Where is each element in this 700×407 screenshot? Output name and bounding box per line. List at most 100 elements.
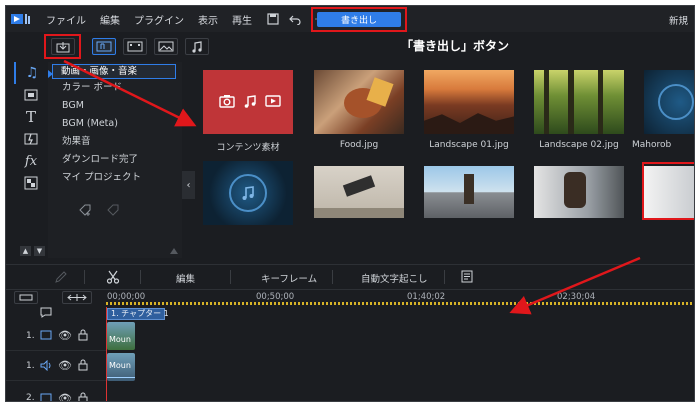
export-button[interactable]: 書き出し [317,12,401,27]
keyframe-button[interactable]: キーフレーム [261,271,317,285]
media-label-content: コンテンツ素材 [216,143,280,153]
media-tile-skater[interactable] [424,166,514,218]
track-number: 1. [26,331,35,341]
export-highlight-box: 書き出し [311,7,407,32]
video-play-icon [265,95,281,107]
tree-trunk-image [598,70,603,134]
media-tile-landscape-02[interactable] [534,70,624,134]
content-icons [219,94,281,108]
filter-video-button[interactable] [123,38,147,55]
media-tile-landscape-01[interactable] [424,70,514,134]
visibility-eye-icon[interactable]: 👁 [58,392,72,401]
filter-all-media-button[interactable] [92,38,116,55]
toolbar-divider [230,270,231,284]
media-tile-food[interactable] [314,70,404,134]
clip-label: Moun [109,335,131,344]
import-media-button[interactable] [51,38,75,55]
category-item-my-projects[interactable]: マイ プロジェクト [48,169,182,187]
chapter-icon [40,307,52,321]
collapse-panel-button[interactable]: ‹ [182,171,195,199]
toolbar-divider [332,270,333,284]
media-label-landscape-02: Landscape 02.jpg [539,140,619,150]
pen-icon[interactable] [54,270,68,287]
menu-bar: ファイル 編集 プラグイン 表示 再生 書き出し 新規 [6,6,694,32]
export-button-callout: 「書き出し」ボタン [401,39,510,53]
chapter-track-head [6,307,106,321]
ruler-tick: 00;50;00 [256,292,295,302]
ruler-tick: 02;30;04 [557,292,596,302]
category-item-downloads[interactable]: ダウンロード完了 [48,151,182,169]
media-tile-mahoroba[interactable] [644,70,694,134]
template-room-icon[interactable] [14,84,48,106]
category-panel: 動画・画像・音楽 カラー ボード BGM BGM (Meta) 効果音 ダウンロ… [48,62,182,258]
media-tile-yoga[interactable] [314,166,404,218]
lock-icon[interactable] [78,359,88,374]
visibility-eye-icon[interactable]: 👁 [58,329,72,342]
panel-resize-icon[interactable] [170,248,178,254]
lock-icon[interactable] [78,392,88,401]
save-icon[interactable] [266,12,280,26]
camera-icon [219,95,235,108]
app-window: ファイル 編集 プラグイン 表示 再生 書き出し 新規 「書き出し」ボタン ♫ … [5,5,695,402]
menu-edit[interactable]: 編集 [100,12,120,27]
media-room-icon[interactable]: ♫ [14,62,48,84]
ruler-tick: 01;40;02 [407,292,446,302]
track-manager-button[interactable] [14,291,38,304]
category-item-color-board[interactable]: カラー ボード [48,79,182,97]
effect-room-icon[interactable]: fx [14,150,48,172]
volume-line[interactable] [107,377,135,378]
filter-image-button[interactable] [154,38,178,55]
title-room-icon[interactable]: T [14,106,48,128]
lock-icon[interactable] [78,329,88,344]
menu-play[interactable]: 再生 [232,12,252,27]
transition-room-icon[interactable] [14,128,48,150]
menu-view[interactable]: 表示 [198,12,218,27]
tree-trunk-image [544,70,549,134]
video-clip[interactable]: Moun [107,322,135,350]
menu-plugin[interactable]: プラグイン [134,12,184,27]
room-scroll-controls: ▲ ▼ [20,246,45,256]
scroll-up-icon[interactable]: ▲ [20,246,31,256]
app-logo-icon [6,6,36,32]
passenger-image [564,172,586,208]
fit-timeline-button[interactable] [62,291,92,304]
library-toolbar: 「書き出し」ボタン [6,32,694,62]
edit-toolbar: 編集 キーフレーム 自動文字起こし [6,264,694,290]
audio-clip[interactable]: Moun [107,353,135,381]
new-project-label[interactable]: 新規 [669,13,688,27]
video-track-head: 1. 👁 [6,321,106,351]
category-item-bgm[interactable]: BGM [48,97,182,115]
speaker-icon [40,359,52,374]
media-tile-audio[interactable] [203,161,293,225]
person-image [342,175,376,197]
audio-note-icon [229,174,267,212]
auto-caption-button[interactable]: 自動文字起こし [361,271,428,285]
scissors-icon[interactable] [106,270,120,287]
undo-icon[interactable] [288,12,302,26]
media-label-landscape-01: Landscape 01.jpg [429,140,509,150]
category-item-bgm-meta[interactable]: BGM (Meta) [48,115,182,133]
video-track-2-head: 2. 👁 [6,381,106,401]
edit-button[interactable]: 編集 [176,271,195,285]
floor-image [314,208,404,218]
category-item-sound-effects[interactable]: 効果音 [48,133,182,151]
room-tabs: ♫ T fx ▲ ▼ [14,62,48,258]
music-note-icon [244,95,256,108]
category-item-media[interactable]: 動画・画像・音楽 [52,64,176,79]
media-tile-train[interactable] [534,166,624,218]
scroll-down-icon[interactable]: ▼ [34,246,45,256]
pip-room-icon[interactable] [14,172,48,194]
chapter-marker[interactable]: 1. チャプター 1 [107,308,169,320]
subtitle-list-icon[interactable] [461,270,473,286]
audio-disc-icon [658,84,694,120]
visibility-eye-icon[interactable]: 👁 [58,359,72,372]
tree-trunk-image [568,70,574,134]
active-category-marker-icon [48,70,53,78]
media-tile-content[interactable] [203,70,293,134]
menu-file[interactable]: ファイル [46,12,86,27]
timeline-ruler[interactable]: 00;00;00 00;50;00 01;40;02 02;30;04 [6,290,694,307]
toolbar-divider [444,270,445,284]
remove-tag-icon[interactable] [106,202,120,219]
add-tag-icon[interactable] [78,202,92,219]
filter-audio-button[interactable] [185,38,209,55]
